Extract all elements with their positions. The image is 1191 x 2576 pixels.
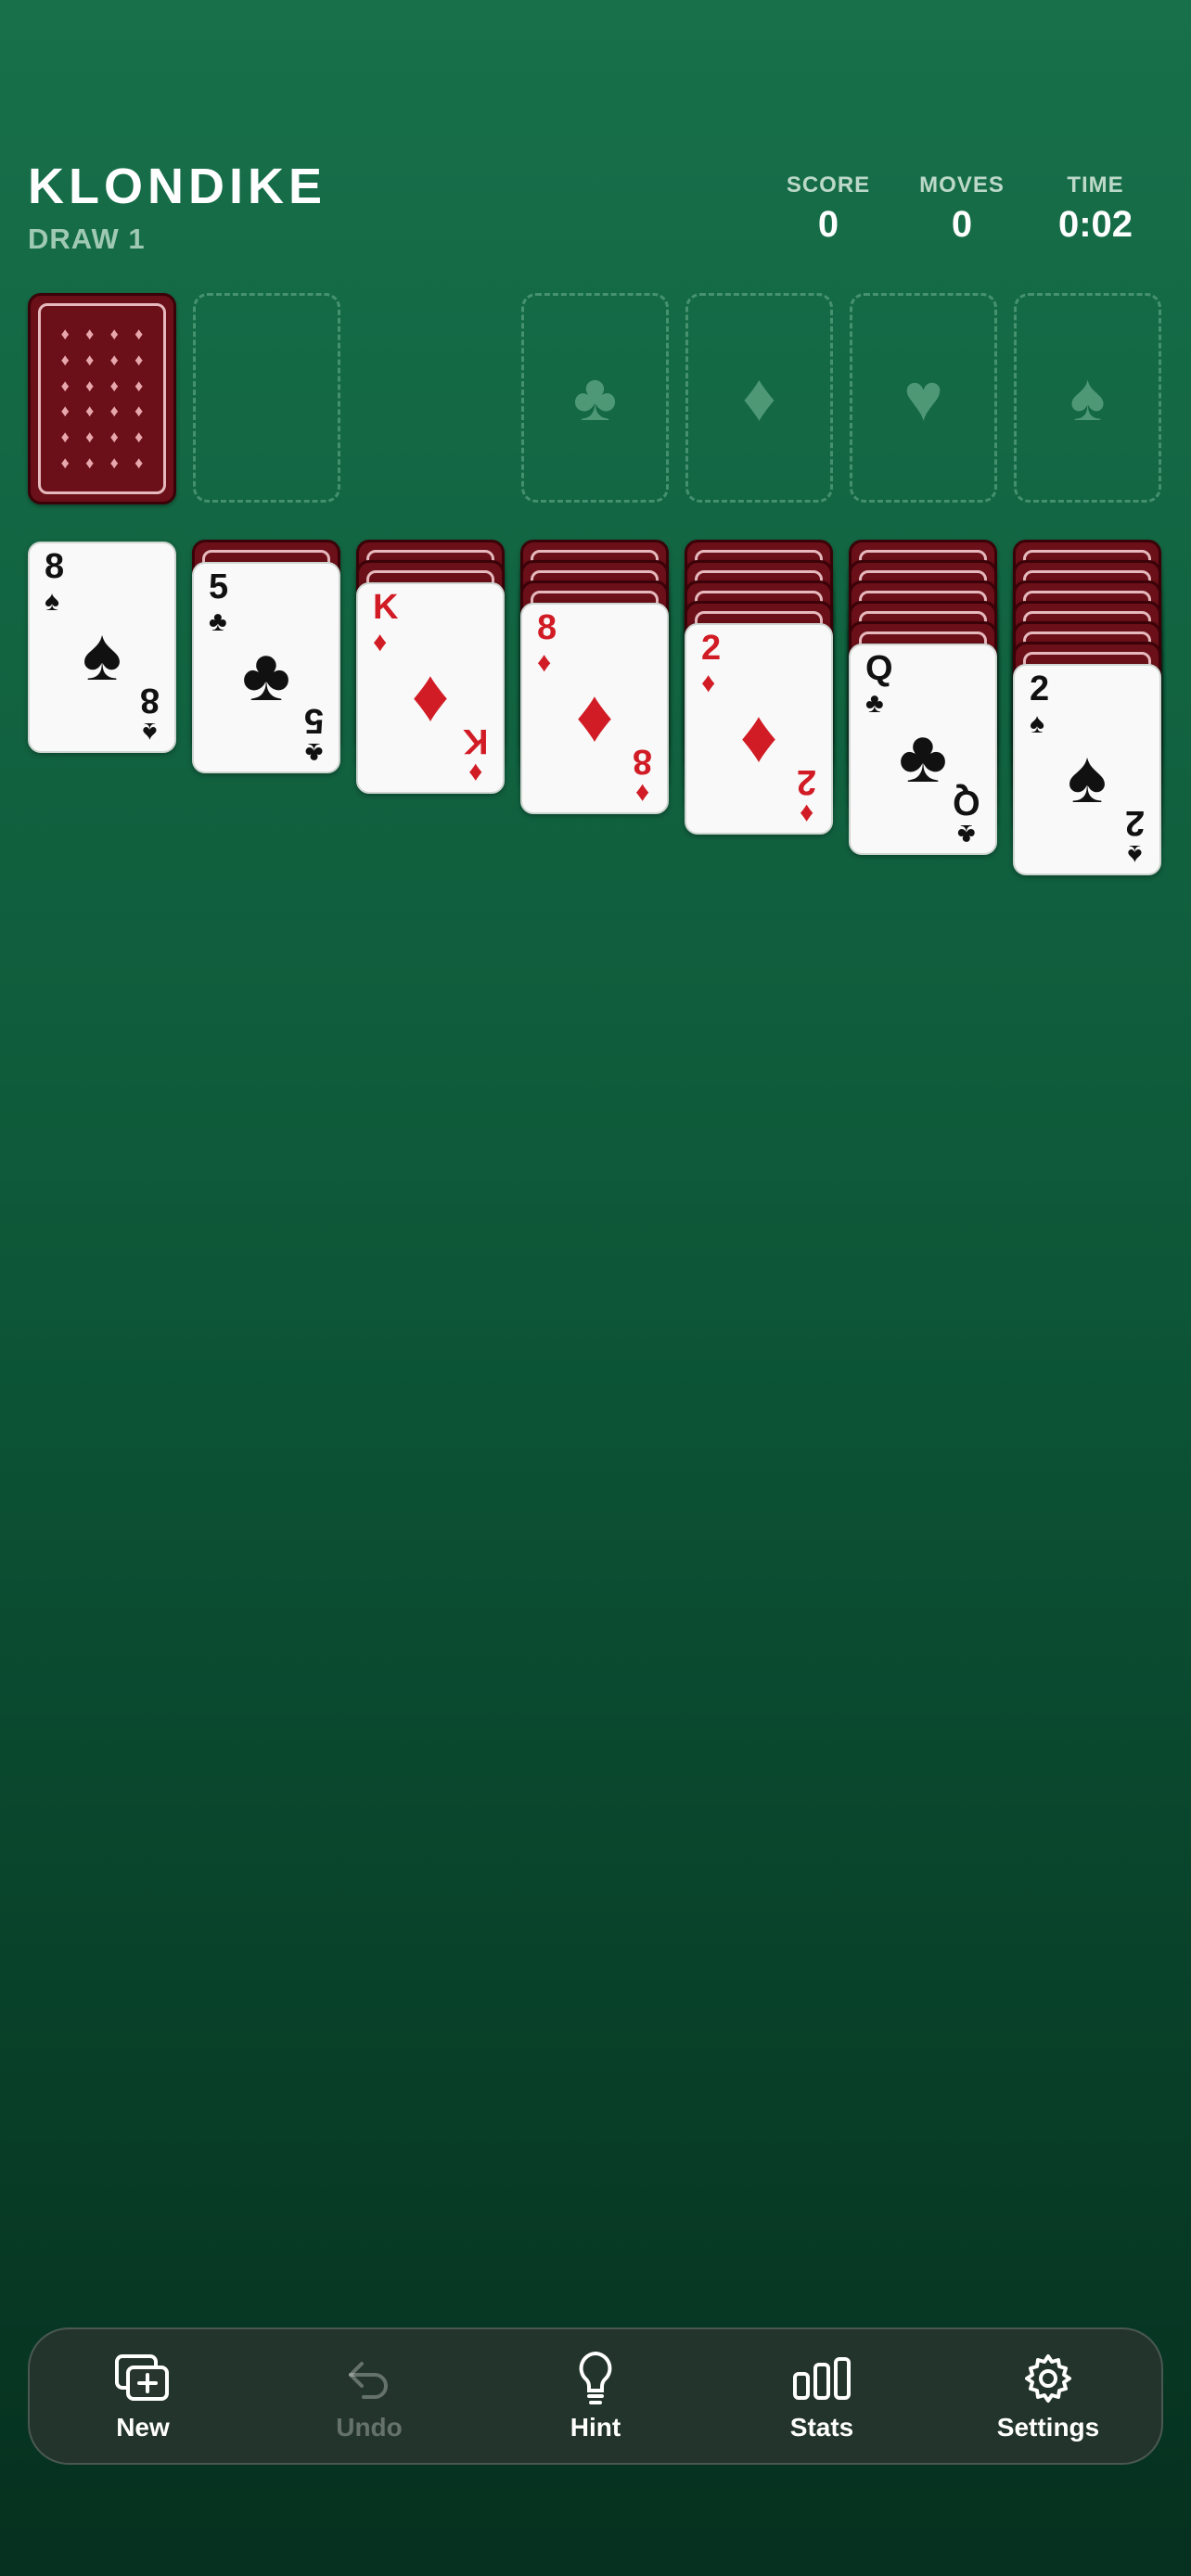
- time-label: TIME: [1067, 172, 1124, 198]
- card-suit-icon: ♦: [537, 647, 552, 678]
- card-corner-bottom: ♣ Q: [953, 783, 980, 849]
- card-suit-icon: ♠: [45, 586, 59, 617]
- score-value: 0: [817, 204, 839, 245]
- foundation-diamonds[interactable]: ♦: [685, 293, 833, 503]
- foundation-spades[interactable]: ♠: [1014, 293, 1161, 503]
- hint-button[interactable]: Hint: [512, 2350, 679, 2442]
- undo-label: Undo: [336, 2413, 403, 2442]
- card-suit-icon: ♦: [373, 627, 388, 657]
- spade-icon: ♠: [1069, 361, 1106, 435]
- club-icon: ♣: [572, 361, 618, 435]
- tableau-card-6[interactable]: Q ♣ ♣ ♣ Q: [849, 644, 997, 855]
- card-suit-icon: ♦: [799, 798, 814, 829]
- bar-chart-icon: [738, 2350, 905, 2407]
- card-rank: 8: [139, 681, 160, 720]
- card-corner-bottom: ♠ 8: [139, 681, 160, 747]
- bottom-toolbar: New Undo Hint Stats Settings: [28, 2327, 1163, 2465]
- foundation-clubs[interactable]: ♣: [521, 293, 669, 503]
- time-stat: TIME 0:02: [1026, 172, 1165, 246]
- card-corner-bottom: ♦ K: [462, 721, 488, 788]
- new-game-button[interactable]: New: [59, 2350, 226, 2442]
- tableau-card-2[interactable]: 5 ♣ ♣ ♣ 5: [192, 562, 340, 773]
- card-rank: Q: [953, 783, 980, 822]
- card-rank: 2: [1124, 803, 1145, 842]
- card-back-pattern: ♦ ♦ ♦ ♦ ♦ ♦ ♦ ♦ ♦ ♦ ♦ ♦ ♦ ♦ ♦ ♦ ♦ ♦ ♦ ♦ ♦ ♦ ♦ ♦: [60, 325, 144, 472]
- tableau-card-3[interactable]: K ♦ ♦ ♦ K: [356, 582, 505, 794]
- score-stat: SCORE 0: [759, 172, 898, 246]
- card-rank: 2: [796, 762, 816, 801]
- tableau-card-5[interactable]: 2 ♦ ♦ ♦ 2: [685, 623, 833, 835]
- stock-pile[interactable]: ♦ ♦ ♦ ♦ ♦ ♦ ♦ ♦ ♦ ♦ ♦ ♦ ♦ ♦ ♦ ♦ ♦ ♦ ♦ ♦ ♦ ♦ ♦ ♦: [28, 293, 176, 504]
- foundation-hearts[interactable]: ♥: [850, 293, 997, 503]
- card-rank: 8: [45, 547, 65, 586]
- waste-pile[interactable]: [193, 293, 340, 503]
- card-rank: Q: [865, 649, 893, 688]
- card-rank: 8: [632, 742, 652, 781]
- card-suit-icon: ♣: [865, 688, 884, 719]
- tableau-card-7[interactable]: 2 ♠ ♠ ♠ 2: [1013, 664, 1161, 875]
- card-rank: 5: [209, 567, 229, 606]
- card-rank: 5: [303, 701, 324, 740]
- card-suit-icon: ♦: [701, 668, 716, 698]
- settings-button[interactable]: Settings: [965, 2350, 1132, 2442]
- card-rank: 2: [701, 629, 722, 668]
- time-value: 0:02: [1057, 204, 1133, 245]
- card-rank: K: [373, 588, 399, 627]
- lightbulb-icon: [512, 2350, 679, 2407]
- card-suit-icon: ♣: [304, 737, 324, 768]
- undo-icon: [286, 2350, 453, 2407]
- undo-button[interactable]: Undo: [286, 2350, 453, 2442]
- card-suit-icon: ♠: [1030, 708, 1044, 739]
- tableau-card-1[interactable]: 8 ♠ ♠ ♠ 8: [28, 542, 176, 753]
- card-corner-bottom: ♦ 8: [632, 742, 652, 809]
- game-title: KLONDIKE: [28, 159, 327, 214]
- diamond-icon: ♦: [742, 361, 776, 435]
- hint-label: Hint: [570, 2413, 621, 2442]
- card-suit-icon: ♠: [142, 717, 158, 747]
- new-game-label: New: [116, 2413, 170, 2442]
- card-rank: K: [462, 721, 488, 760]
- card-suit-icon: ♣: [957, 819, 977, 849]
- card-suit-icon: ♣: [209, 606, 227, 637]
- card-corner-bottom: ♣ 5: [303, 701, 324, 768]
- heart-icon: ♥: [903, 361, 943, 435]
- card-suit-icon: ♦: [467, 758, 482, 788]
- card-suit-icon: ♠: [1127, 839, 1143, 870]
- settings-label: Settings: [996, 2413, 1100, 2442]
- card-corner-bottom: ♠ 2: [1124, 803, 1145, 870]
- moves-value: 0: [951, 204, 973, 245]
- moves-label: MOVES: [919, 172, 1005, 198]
- new-game-icon: [59, 2350, 226, 2407]
- score-label: SCORE: [786, 172, 871, 198]
- moves-stat: MOVES 0: [892, 172, 1031, 246]
- tableau-card-4[interactable]: 8 ♦ ♦ ♦ 8: [520, 603, 669, 814]
- card-rank: 2: [1030, 670, 1050, 708]
- stats-button[interactable]: Stats: [738, 2350, 905, 2442]
- stats-label: Stats: [789, 2413, 854, 2442]
- card-corner-bottom: ♦ 2: [796, 762, 816, 829]
- card-suit-icon: ♦: [634, 778, 650, 809]
- card-rank: 8: [537, 608, 557, 647]
- gear-icon: [965, 2350, 1132, 2407]
- draw-mode-label: DRAW 1: [28, 223, 146, 255]
